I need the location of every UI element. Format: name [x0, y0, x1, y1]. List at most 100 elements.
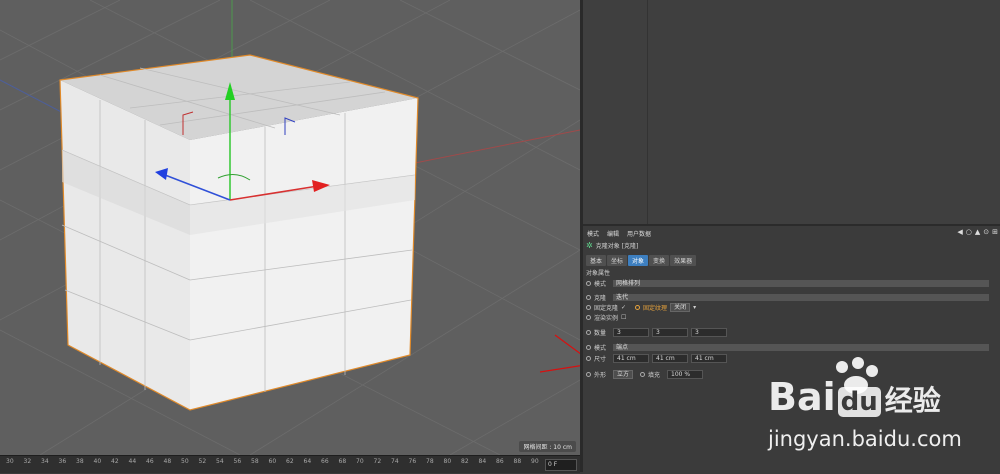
fixed-clone-checkbox[interactable]: ✓ [621, 304, 626, 311]
size-anim-icon[interactable] [586, 356, 591, 361]
timeline-tick: 56 [233, 458, 242, 465]
fixed-row: 固定克隆 ✓ 固定纹理 关闭 ▾ [586, 303, 696, 312]
render-instance-row: 渲染实例 ☐ [586, 313, 626, 322]
size-y-field[interactable]: 41 cm [652, 354, 688, 363]
object-title: ✲ 克隆对象 [克隆] [586, 241, 638, 250]
menu-user-data[interactable]: 用户数据 [627, 229, 651, 238]
tab-transform[interactable]: 变换 [649, 255, 670, 266]
count-anim-icon[interactable] [586, 330, 591, 335]
3d-viewport[interactable]: 网格间距 : 10 cm [0, 0, 580, 455]
count-x-field[interactable]: 3 [613, 328, 649, 337]
cloner-icon: ✲ [586, 241, 593, 250]
timeline-tick: 42 [111, 458, 119, 465]
timeline-tick: 40 [93, 458, 102, 465]
brand-bai: Bai [768, 375, 836, 419]
attribute-tabs: 基本 坐标 对象 变换 效果器 [586, 255, 697, 266]
timeline-tick: 76 [408, 458, 417, 465]
mode-label: 模式 [594, 281, 607, 288]
mode-anim-icon[interactable] [586, 281, 591, 286]
size-z-field[interactable]: 41 cm [691, 354, 727, 363]
timeline-tick: 64 [303, 458, 312, 465]
size-x-field[interactable]: 41 cm [613, 354, 649, 363]
attribute-menu-bar: 模式 编辑 用户数据 [583, 228, 1000, 238]
mode2-label: 模式 [594, 345, 607, 352]
timeline-tick: 66 [321, 458, 329, 465]
baidu-watermark: Bai du 经验 jingyan.baidu.com [760, 355, 995, 465]
timeline-tick: 38 [76, 458, 84, 465]
clone-anim-icon[interactable] [586, 295, 591, 300]
timeline-tick: 62 [286, 458, 294, 465]
new-window-icon[interactable]: ⊞ [992, 228, 998, 236]
tab-coord[interactable]: 坐标 [607, 255, 628, 266]
size-row: 尺寸 41 cm 41 cm 41 cm [586, 354, 727, 363]
tab-object[interactable]: 对象 [628, 255, 649, 266]
timeline-tick: 52 [198, 458, 207, 465]
clone-label: 克隆 [594, 295, 607, 302]
fill-field[interactable]: 100 % [667, 370, 704, 379]
count-y-field[interactable]: 3 [652, 328, 688, 337]
up-arrow-icon[interactable]: ▲ [975, 228, 980, 236]
timeline-tick: 32 [23, 458, 32, 465]
render-instance-anim-icon[interactable] [586, 315, 591, 320]
clone-dropdown[interactable]: 迭代 [613, 294, 989, 301]
timeline-tick: 78 [426, 458, 434, 465]
fixed-texture-anim-icon[interactable] [635, 305, 641, 310]
tab-basic[interactable]: 基本 [586, 255, 607, 266]
count-z-field[interactable]: 3 [691, 328, 727, 337]
back-arrow-icon[interactable]: ◀ [957, 228, 962, 236]
render-instance-checkbox[interactable]: ☐ [621, 314, 626, 321]
timeline-tick: 72 [373, 458, 382, 465]
timeline-ruler[interactable]: 30 32 34 36 38 40 42 44 46 48 50 52 54 56 58 60 62 64 66 68… [0, 455, 580, 473]
brand-jingyan: 经验 [884, 384, 941, 417]
size-label: 尺寸 [594, 356, 607, 363]
timeline-tick: 70 [356, 458, 364, 465]
attribute-nav-icons: ◀ ○ ▲ ⊙ ⊞ [957, 228, 998, 236]
timeline-tick: 50 [181, 458, 189, 465]
current-frame-field[interactable]: 0 F [545, 459, 577, 471]
mode2-row: 模式 端点 [586, 343, 989, 352]
menu-mode[interactable]: 模式 [587, 229, 599, 238]
object-manager-panel[interactable] [583, 0, 1000, 224]
object-title-text: 克隆对象 [克隆] [595, 243, 639, 250]
timeline-tick: 68 [338, 458, 347, 465]
mode2-dropdown[interactable]: 端点 [613, 344, 989, 351]
search-icon[interactable]: ○ [966, 228, 972, 236]
fixed-texture-label: 固定纹理 [643, 305, 668, 312]
timeline-tick: 86 [496, 458, 504, 465]
section-title: 对象属性 [586, 270, 611, 277]
timeline-tick: 58 [251, 458, 259, 465]
timeline-tick: 36 [58, 458, 67, 465]
fill-anim-icon[interactable] [640, 372, 646, 377]
timeline-tick: 60 [268, 458, 277, 465]
fixed-clone-label: 固定克隆 [594, 305, 619, 312]
column-divider [647, 0, 648, 224]
count-label: 数量 [594, 330, 607, 337]
timeline-tick: 46 [146, 458, 154, 465]
timeline-tick: 34 [41, 458, 49, 465]
timeline-tick: 84 [478, 458, 487, 465]
mode2-anim-icon[interactable] [586, 345, 591, 350]
shape-row: 外形 立方 填充 100 % [586, 370, 704, 379]
grid-spacing-label: 网格间距 : 10 cm [519, 441, 576, 452]
tab-effectors[interactable]: 效果器 [670, 255, 697, 266]
fixed-clone-anim-icon[interactable] [586, 305, 591, 310]
fill-label: 填充 [648, 372, 661, 379]
count-row: 数量 3 3 3 [586, 328, 727, 337]
chevron-down-icon: ▾ [693, 304, 697, 311]
watermark-url: jingyan.baidu.com [768, 427, 962, 451]
mode-row: 模式 网格排列 [586, 279, 989, 288]
timeline-tick: 90 [531, 458, 539, 465]
timeline-tick: 30 [6, 458, 14, 465]
viewport-scene [0, 0, 580, 455]
lock-icon[interactable]: ⊙ [983, 228, 989, 236]
menu-edit[interactable]: 编辑 [607, 229, 619, 238]
timeline-tick: 74 [391, 458, 399, 465]
timeline-tick: 54 [216, 458, 224, 465]
timeline-tick: 48 [163, 458, 172, 465]
shape-dropdown[interactable]: 立方 [613, 370, 634, 379]
timeline-tick: 88 [513, 458, 522, 465]
mode-dropdown[interactable]: 网格排列 [613, 280, 989, 287]
fixed-texture-dropdown[interactable]: 关闭 [670, 303, 691, 312]
shape-anim-icon[interactable] [586, 372, 591, 377]
watermark-brand: Bai du 经验 [768, 375, 941, 419]
